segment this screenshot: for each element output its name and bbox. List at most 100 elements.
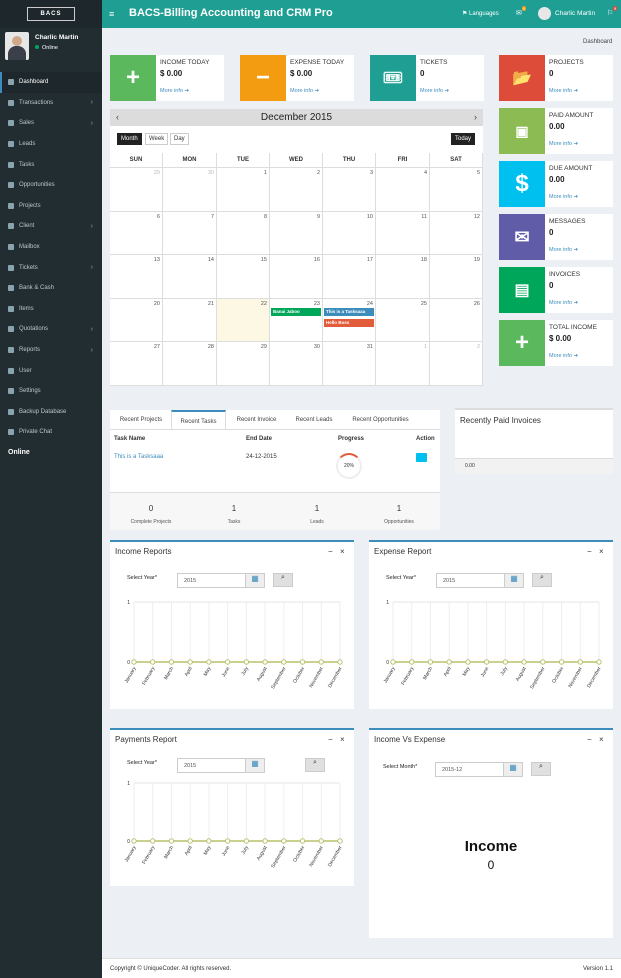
more-info-link[interactable]: More info ➔ — [549, 194, 578, 200]
calendar-icon[interactable]: ▦ — [245, 573, 265, 588]
data-point[interactable] — [243, 838, 250, 844]
data-point[interactable] — [483, 659, 490, 665]
data-point[interactable] — [206, 838, 212, 844]
calendar-day[interactable]: 7 — [163, 212, 217, 255]
calendar-day[interactable]: 2 — [430, 342, 483, 386]
search-button[interactable]: ⌕ — [531, 762, 551, 776]
data-point[interactable] — [540, 659, 546, 665]
calendar-day[interactable]: 30 — [163, 168, 217, 212]
search-button[interactable]: ⌕ — [532, 573, 552, 587]
data-point[interactable] — [131, 838, 137, 844]
sidebar-item-reports[interactable]: Reports › — [0, 340, 102, 361]
data-point[interactable] — [521, 659, 527, 665]
calendar-day[interactable]: 13 — [110, 255, 163, 299]
more-info-link[interactable]: More info ➔ — [549, 141, 578, 147]
data-point[interactable] — [318, 838, 324, 844]
calendar-day[interactable]: 30 — [270, 342, 323, 386]
data-point[interactable] — [262, 838, 268, 844]
data-point[interactable] — [262, 659, 268, 665]
calendar-icon[interactable]: ▦ — [245, 758, 265, 773]
close-icon[interactable]: × — [340, 735, 345, 744]
collapse-icon[interactable]: − — [328, 735, 333, 744]
data-point[interactable] — [337, 838, 343, 844]
more-info-link[interactable]: More info ➔ — [290, 88, 319, 94]
sidebar-item-items[interactable]: Items — [0, 299, 102, 320]
more-info-link[interactable]: More info ➔ — [549, 353, 578, 359]
task-name-link[interactable]: This is a Tasksaaa — [114, 454, 163, 460]
more-info-link[interactable]: More info ➔ — [549, 300, 578, 306]
breadcrumb[interactable]: Dashboard — [583, 39, 612, 45]
languages-menu[interactable]: ⚑ Languages — [462, 10, 499, 17]
next-month-icon[interactable]: › — [474, 112, 477, 122]
data-point[interactable] — [168, 659, 175, 665]
data-point[interactable] — [318, 659, 324, 665]
logo[interactable]: BACS — [0, 0, 102, 28]
data-point[interactable] — [299, 838, 306, 844]
data-point[interactable] — [187, 838, 193, 844]
month-input[interactable]: 2015-12 — [435, 762, 505, 777]
calendar-day[interactable]: 28 — [163, 342, 217, 386]
top-avatar[interactable] — [538, 7, 551, 20]
sidebar-item-projects[interactable]: Projects — [0, 196, 102, 217]
calendar-day[interactable]: 16 — [270, 255, 323, 299]
collapse-icon[interactable]: − — [587, 547, 592, 556]
sidebar-item-user[interactable]: User — [0, 360, 102, 381]
data-point[interactable] — [427, 659, 434, 665]
calendar-day[interactable]: 6 — [110, 212, 163, 255]
expense-year-input[interactable]: 2015 — [436, 573, 506, 588]
more-info-link[interactable]: More info ➔ — [549, 247, 578, 253]
calendar-day[interactable]: 5 — [430, 168, 483, 212]
calendar-day[interactable]: 4 — [376, 168, 430, 212]
search-button[interactable]: ⌕ — [305, 758, 325, 772]
data-point[interactable] — [281, 659, 287, 665]
calendar-day[interactable]: 1 — [376, 342, 430, 386]
calendar-day[interactable]: 12 — [430, 212, 483, 255]
calendar-day[interactable]: 9 — [270, 212, 323, 255]
top-user-name[interactable]: Charlic Martin — [555, 10, 595, 17]
payments-year-input[interactable]: 2015 — [177, 758, 247, 773]
calendar-icon[interactable]: ▦ — [503, 762, 523, 777]
close-icon[interactable]: × — [340, 547, 345, 556]
data-point[interactable] — [409, 659, 415, 665]
calendar-day[interactable]: 22 — [217, 299, 270, 342]
calendar-day[interactable]: 19 — [430, 255, 483, 299]
data-point[interactable] — [337, 659, 343, 665]
sidebar-item-settings[interactable]: Settings — [0, 381, 102, 402]
calendar-day[interactable]: 15 — [217, 255, 270, 299]
calendar-icon[interactable]: ▦ — [504, 573, 524, 588]
data-point[interactable] — [281, 838, 287, 844]
calendar-event[interactable]: Banai Jaboo — [271, 308, 321, 316]
sidebar-item-opportunities[interactable]: Opportunities — [0, 175, 102, 196]
calendar-day[interactable]: 1 — [217, 168, 270, 212]
calendar-day[interactable]: 27 — [110, 342, 163, 386]
calendar-day[interactable]: 20 — [110, 299, 163, 342]
data-point[interactable] — [224, 659, 231, 665]
close-icon[interactable]: × — [599, 547, 604, 556]
sidebar-item-mailbox[interactable]: Mailbox — [0, 237, 102, 258]
today-button[interactable]: Today — [451, 133, 476, 145]
tab-recent-invoice[interactable]: Recent Invoice — [229, 410, 284, 429]
tab-recent-tasks[interactable]: Recent Tasks — [171, 410, 226, 429]
mail-notification-icon[interactable]: ✉ 9 — [516, 6, 526, 17]
data-point[interactable] — [465, 659, 471, 665]
calendar-day[interactable]: 26 — [430, 299, 483, 342]
sidebar-item-dashboard[interactable]: Dashboard — [0, 72, 102, 93]
more-info-link[interactable]: More info ➔ — [160, 88, 189, 94]
sidebar-item-backup[interactable]: Backup Database — [0, 402, 102, 423]
data-point[interactable] — [206, 659, 212, 665]
data-point[interactable] — [299, 659, 306, 665]
action-view-button[interactable] — [416, 453, 427, 462]
more-info-link[interactable]: More info ➔ — [420, 88, 449, 94]
sidebar-item-leads[interactable]: Leads — [0, 134, 102, 155]
menu-toggle-icon[interactable]: ≡ — [109, 9, 114, 19]
calendar-day[interactable]: 25 — [376, 299, 430, 342]
data-point[interactable] — [131, 659, 137, 665]
search-button[interactable]: ⌕ — [273, 573, 293, 587]
view-week-button[interactable]: Week — [145, 133, 169, 145]
calendar-day[interactable]: 29 — [110, 168, 163, 212]
calendar-event[interactable]: This is a Tasksaaa — [324, 308, 374, 316]
view-day-button[interactable]: Day — [170, 133, 189, 145]
calendar-day[interactable]: 21 — [163, 299, 217, 342]
view-month-button[interactable]: Month — [117, 133, 142, 145]
tab-recent-opportunities[interactable]: Recent Opportunities — [343, 410, 418, 429]
